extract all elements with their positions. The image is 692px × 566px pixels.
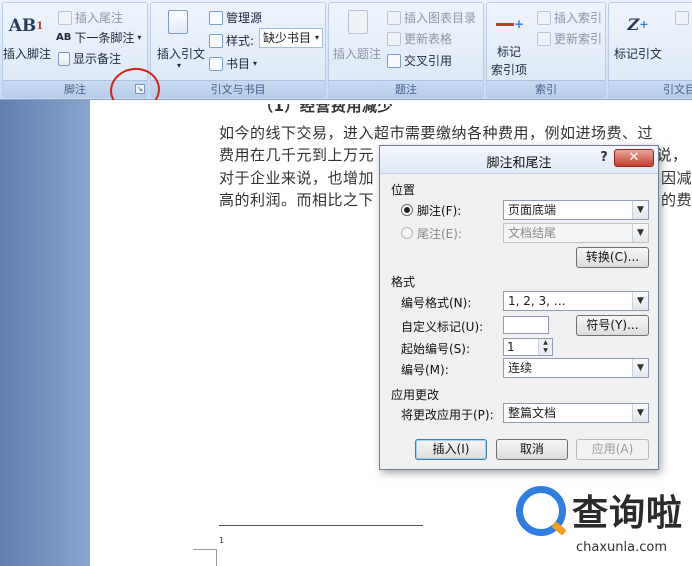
custom-mark-input[interactable] (503, 316, 549, 334)
insert-footnote-button[interactable]: 插入脚注 (3, 45, 51, 62)
apply-button[interactable]: 应用(A) (576, 439, 649, 460)
next-footnote-icon: AB (56, 32, 72, 43)
style-label: 样式: (209, 32, 254, 49)
watermark-url: chaxunla.com (576, 540, 667, 555)
apply-to-select[interactable]: 整篇文档 ▼ (503, 403, 649, 423)
apply-changes-section-label: 应用更改 (391, 388, 440, 402)
insert-index-button[interactable]: 插入索引 (537, 9, 602, 26)
captions-group-label: 题注 (329, 80, 483, 97)
index-group: + 标记 索引项 插入索引 更新索引 索引 (486, 2, 606, 98)
insert-caption-icon (343, 7, 373, 37)
custom-mark-label: 自定义标记(U): (401, 320, 484, 334)
format-section-label: 格式 (391, 275, 416, 289)
insert-citation-button[interactable]: 插入引文 (157, 45, 205, 62)
insert-index-icon (537, 10, 551, 25)
next-footnote-button[interactable]: AB 下一条脚注 ▾ (56, 29, 141, 46)
chevron-down-icon: ▼ (632, 224, 648, 242)
cross-reference-icon (387, 53, 401, 68)
footnote-radio[interactable] (401, 204, 413, 216)
mark-entry-button[interactable]: 标记 (497, 43, 521, 60)
watermark-brand: 查询啦 (572, 493, 684, 534)
insert-citation-icon (163, 7, 193, 37)
footnote-number: 1 (219, 536, 225, 545)
mark-citation-button[interactable]: 标记引文 (614, 45, 662, 62)
close-button[interactable]: ✕ (614, 149, 654, 167)
start-at-label: 起始编号(S): (401, 342, 471, 356)
cross-reference-button[interactable]: 交叉引用 (387, 52, 452, 69)
update-table-icon (387, 31, 401, 46)
citations-group-label: 引文与书目 (151, 80, 325, 97)
margin-corner-mark (193, 549, 217, 566)
magnifier-logo-icon (516, 486, 566, 536)
symbol-button[interactable]: 符号(Y)... (576, 315, 649, 336)
number-format-label: 编号格式(N): (401, 296, 472, 310)
show-notes-button[interactable]: 显示备注 (58, 50, 121, 67)
document-fragment-3: 的费 (661, 191, 692, 209)
style-icon (209, 33, 223, 48)
citations-group: 插入引文 ▾ 管理源 样式: 缺少书目 ▾ 书目 ▾ 引文与书目 (150, 2, 326, 98)
insert-endnote-icon (58, 10, 72, 25)
show-notes-icon (58, 51, 70, 66)
chevron-down-icon: ▾ (253, 59, 258, 68)
footnote-position-select[interactable]: 页面底端 ▼ (503, 200, 649, 220)
footnote-separator (219, 525, 423, 526)
mark-entry-button-line2[interactable]: 索引项 (491, 61, 527, 78)
insert-citation-dropdown[interactable]: ▾ (177, 61, 181, 70)
cancel-button[interactable]: 取消 (496, 439, 568, 460)
document-line-4: 高的利润。而相比之下 (219, 191, 375, 209)
index-group-label: 索引 (487, 80, 605, 97)
mark-citation-icon: Z + (627, 14, 649, 34)
watermark-logo: 查询啦 chaxunla.com (516, 484, 692, 566)
endnote-radio[interactable] (401, 227, 413, 239)
document-background (0, 100, 90, 566)
document-line-2: 费用在几千元到上万元 (219, 146, 375, 164)
insert-caption-button[interactable]: 插入题注 (333, 45, 381, 62)
start-at-stepper[interactable]: 1 ▲ ▼ (503, 338, 553, 356)
numbering-label: 编号(M): (401, 363, 449, 377)
table-of-authorities-group: Z+ 标记引文 插 引文目 (608, 2, 692, 98)
dialog-title-bar: 脚注和尾注 ? ✕ (380, 146, 658, 174)
chevron-down-icon: ▼ (632, 404, 648, 422)
chevron-down-icon: ▼ (632, 201, 648, 219)
stepper-arrows-icon[interactable]: ▲ ▼ (538, 339, 552, 355)
insert-table-of-figures-button[interactable]: 插入图表目录 (387, 9, 476, 26)
document-line-3: 对于企业来说，也增加 (219, 169, 375, 187)
update-index-icon (537, 31, 551, 46)
update-index-button[interactable]: 更新索引 (537, 30, 602, 47)
bibliography-icon (209, 56, 223, 71)
manage-sources-button[interactable]: 管理源 (209, 9, 262, 26)
insert-footnote-icon: AB 1 (8, 16, 44, 36)
position-section-label: 位置 (391, 183, 416, 197)
chevron-down-icon: ▼ (632, 292, 648, 310)
table-of-figures-icon (387, 10, 401, 25)
help-icon[interactable]: ? (596, 150, 612, 165)
style-select[interactable]: 缺少书目 ▾ (259, 28, 323, 48)
numbering-select[interactable]: 连续 ▼ (503, 358, 649, 378)
insert-button[interactable]: 插入(I) (415, 439, 487, 460)
manage-sources-icon (209, 10, 223, 25)
endnote-label: 尾注(E): (417, 227, 462, 241)
chevron-down-icon: ▾ (137, 33, 142, 42)
ribbon: AB 1 插入脚注 插入尾注 AB 下一条脚注 ▾ 显示备注 脚注 ↘ 插入引文 ▾ … (0, 0, 692, 100)
footnote-label: 脚注(F): (417, 204, 462, 218)
document-line-1: 如今的线下交易，进入超市需要缴纳各种费用，例如进场费、过 (219, 124, 654, 142)
endnote-position-select[interactable]: 文档结尾 ▼ (503, 223, 649, 243)
toa-group-label: 引文目 (609, 80, 692, 97)
chevron-down-icon: ▾ (314, 33, 319, 42)
document-fragment-2: 因减 (661, 169, 692, 187)
insert-toa-button[interactable]: 插 (675, 9, 692, 26)
footnote-endnote-dialog: 脚注和尾注 ? ✕ 位置 脚注(F): 页面底端 ▼ 尾注(E): 文档结尾 ▼ 转… (379, 145, 659, 470)
bibliography-button[interactable]: 书目 ▾ (209, 55, 257, 72)
number-format-select[interactable]: 1, 2, 3, … ▼ (503, 291, 649, 311)
captions-group: 插入题注 插入图表目录 更新表格 交叉引用 题注 (328, 2, 484, 98)
apply-to-label: 将更改应用于(P): (401, 408, 494, 422)
convert-button[interactable]: 转换(C)... (576, 247, 649, 268)
mark-entry-icon: + (495, 9, 525, 39)
chevron-down-icon: ▾ (177, 61, 182, 70)
insert-toa-icon (675, 10, 689, 25)
chevron-down-icon: ▼ (632, 359, 648, 377)
update-table-button[interactable]: 更新表格 (387, 30, 452, 47)
insert-endnote-button[interactable]: 插入尾注 (58, 9, 123, 26)
